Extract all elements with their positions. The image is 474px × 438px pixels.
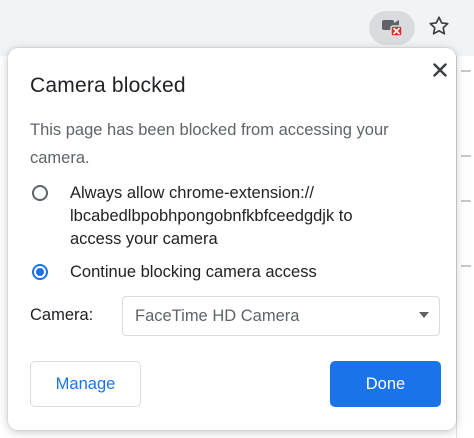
option-line: access your camera: [70, 230, 218, 248]
close-icon: [433, 62, 447, 82]
camera-blocked-button[interactable]: [369, 11, 415, 45]
bookmark-star-button[interactable]: [424, 12, 454, 44]
camera-blocked-dialog: Camera blocked This page has been blocke…: [8, 48, 456, 430]
option-always-allow-label[interactable]: Always allow chrome-extension:// lbcabed…: [70, 182, 353, 251]
dropdown-arrow-icon: [419, 312, 429, 318]
radio-always-allow[interactable]: [32, 185, 48, 201]
option-line: Always allow chrome-extension://: [70, 184, 314, 202]
camera-select[interactable]: FaceTime HD Camera: [122, 296, 440, 336]
background-page: [456, 56, 474, 438]
bookmark-star-icon: [428, 15, 450, 42]
description-line: This page has been blocked from accessin…: [30, 121, 389, 139]
page-hint: [461, 200, 471, 202]
page-hint: [461, 265, 471, 267]
manage-button[interactable]: Manage: [30, 361, 141, 407]
close-button[interactable]: [428, 60, 452, 84]
camera-label: Camera:: [30, 306, 94, 324]
camera-blocked-icon: [380, 15, 404, 42]
page-hint: [461, 155, 471, 157]
description-line: camera.: [30, 149, 90, 167]
option-continue-blocking-label[interactable]: Continue blocking camera access: [70, 261, 317, 284]
option-line: lbcabedlbpobhpongobnfkbfceedgdjk to: [70, 207, 353, 225]
camera-select-value: FaceTime HD Camera: [135, 307, 300, 325]
page-hint: [461, 70, 471, 72]
done-button[interactable]: Done: [330, 361, 441, 407]
radio-continue-blocking[interactable]: [32, 264, 48, 280]
dialog-description: This page has been blocked from accessin…: [30, 116, 430, 172]
option-line: Continue blocking camera access: [70, 263, 317, 281]
dialog-title: Camera blocked: [30, 74, 186, 97]
